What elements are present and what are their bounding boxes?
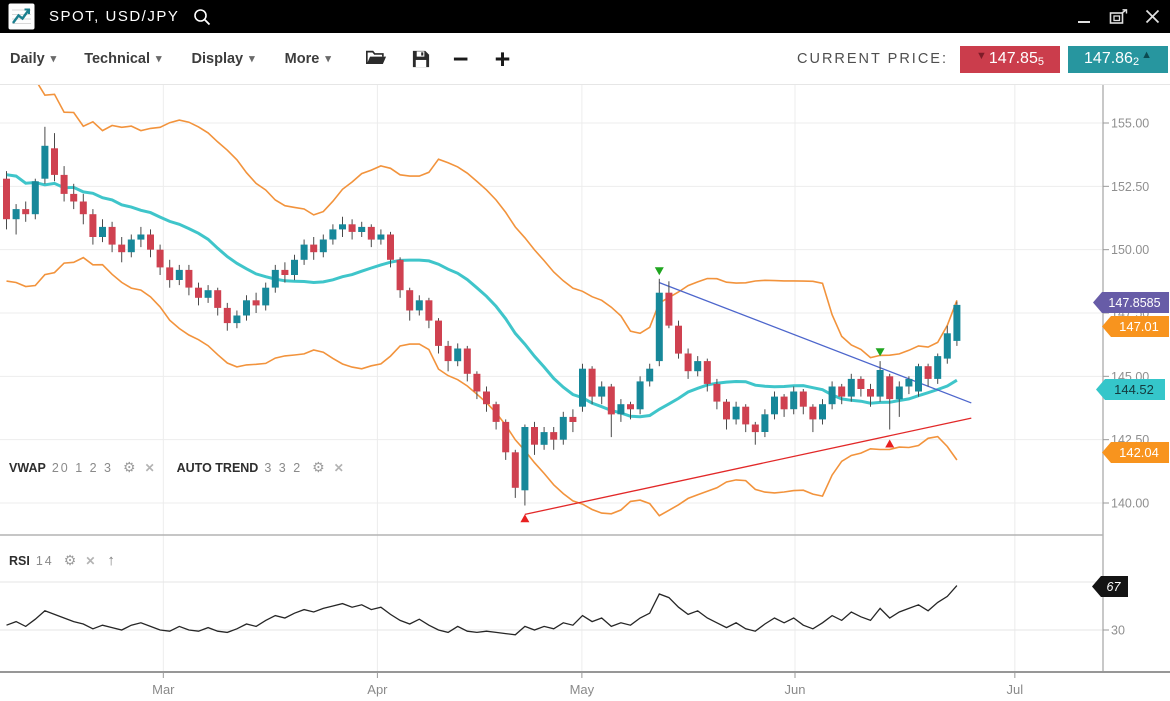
rsi-settings-gear-icon[interactable]: ⚙: [64, 552, 77, 569]
arrow-down-icon: ▼: [976, 50, 987, 62]
main-chart-legend: VWAP 20 1 2 3 ⚙ ✕ AUTO TREND 3 3 2 ⚙ ✕: [9, 459, 344, 476]
menu-more[interactable]: More ▾: [285, 51, 331, 67]
minimize-button[interactable]: [1074, 7, 1094, 27]
svg-text:Jun: Jun: [785, 682, 806, 697]
svg-text:152.50: 152.50: [1111, 180, 1149, 194]
lower-band-price-tag: 142.04: [1102, 442, 1169, 463]
zoom-in-button[interactable]: +: [495, 49, 511, 69]
search-icon[interactable]: [193, 8, 211, 26]
svg-text:Apr: Apr: [367, 682, 388, 697]
svg-text:155.00: 155.00: [1111, 117, 1149, 131]
menu-display[interactable]: Display ▾: [192, 51, 255, 67]
chevron-down-icon: ▾: [325, 52, 331, 65]
bid-value: 147.85: [989, 50, 1038, 68]
menu-technical-label: Technical: [84, 51, 150, 67]
arrow-up-icon: ▲: [1141, 49, 1152, 61]
zoom-out-button[interactable]: −: [453, 49, 469, 69]
chevron-down-icon: ▾: [51, 52, 57, 65]
auto-trend-remove-icon[interactable]: ✕: [334, 461, 344, 475]
ask-value: 147.86: [1084, 50, 1133, 68]
menu-display-label: Display: [192, 51, 244, 67]
ask-pip: 2: [1133, 56, 1139, 68]
last-price-tag: 147.8585: [1093, 292, 1169, 313]
title-bar: SPOT, USD/JPY: [0, 0, 1170, 33]
rsi-legend: RSI 14 ⚙ ✕ ↑: [9, 552, 115, 569]
rsi-remove-icon[interactable]: ✕: [85, 554, 95, 568]
vwap-price-tag: 144.52: [1096, 379, 1165, 400]
toolbar: Daily ▾ Technical ▾ Display ▾ More ▾ − +…: [0, 33, 1170, 85]
svg-text:Jul: Jul: [1007, 682, 1024, 697]
save-chart-button[interactable]: [411, 49, 431, 69]
current-price-label: CURRENT PRICE:: [797, 51, 948, 67]
chevron-down-icon: ▾: [249, 52, 255, 65]
svg-text:Mar: Mar: [152, 682, 175, 697]
chevron-down-icon: ▾: [156, 52, 162, 65]
auto-trend-legend-params: 3 3 2: [264, 461, 302, 475]
close-button[interactable]: [1142, 7, 1162, 27]
ask-price[interactable]: 147.86 2 ▲: [1068, 46, 1168, 73]
open-chart-button[interactable]: [365, 49, 387, 68]
svg-text:150.00: 150.00: [1111, 243, 1149, 257]
menu-technical[interactable]: Technical ▾: [84, 51, 161, 67]
app-logo-icon: [8, 3, 35, 30]
vwap-legend-params: 20 1 2 3: [52, 461, 113, 475]
popout-button[interactable]: [1108, 7, 1128, 27]
menu-more-label: More: [285, 51, 320, 67]
bid-pip: 5: [1038, 56, 1044, 68]
auto-trend-legend-name: AUTO TREND: [177, 461, 259, 475]
price-chart[interactable]: 155.00152.50150.00147.50145.00142.50140.…: [0, 85, 1170, 701]
vwap-legend-name: VWAP: [9, 461, 46, 475]
current-price-panel: CURRENT PRICE: ▼ 147.85 5 147.86 2 ▲: [797, 33, 1168, 85]
menu-daily[interactable]: Daily ▾: [10, 51, 56, 67]
window-controls: [1074, 0, 1162, 33]
vwap-remove-icon[interactable]: ✕: [145, 461, 155, 475]
rsi-legend-params: 14: [36, 554, 54, 568]
bid-price[interactable]: ▼ 147.85 5: [960, 46, 1060, 73]
upper-band-price-tag: 147.01: [1102, 316, 1169, 337]
svg-text:140.00: 140.00: [1111, 496, 1149, 510]
folder-open-icon: [365, 49, 387, 68]
floppy-disk-icon: [411, 49, 431, 69]
auto-trend-settings-gear-icon[interactable]: ⚙: [312, 459, 325, 476]
rsi-legend-name: RSI: [9, 554, 30, 568]
svg-text:30: 30: [1111, 624, 1125, 638]
rsi-move-up-icon[interactable]: ↑: [107, 552, 115, 569]
svg-text:May: May: [570, 682, 595, 697]
window-title: SPOT, USD/JPY: [49, 8, 179, 25]
vwap-settings-gear-icon[interactable]: ⚙: [123, 459, 136, 476]
menu-daily-label: Daily: [10, 51, 45, 67]
